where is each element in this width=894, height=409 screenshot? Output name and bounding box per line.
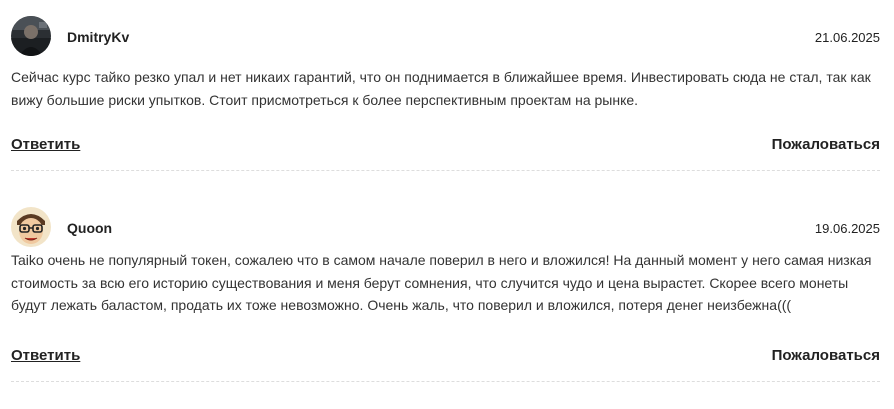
- comment-date: 19.06.2025: [814, 221, 880, 236]
- comment-date: 21.06.2025: [814, 30, 880, 45]
- comment: Quoon 19.06.2025 Taiko очень не популярн…: [11, 207, 880, 382]
- comment-divider: [11, 170, 880, 171]
- comments-list: DmitryKv 21.06.2025 Сейчас курс тайко ре…: [0, 0, 894, 409]
- comment-text: Сейчас курс тайко резко упал и нет никаи…: [11, 69, 871, 108]
- comment-actions: Ответить Пожаловаться: [11, 136, 880, 156]
- avatar: [11, 207, 51, 247]
- report-link[interactable]: Пожаловаться: [772, 347, 880, 364]
- comment-divider: [11, 381, 880, 382]
- comment-author: Quoon: [67, 220, 113, 236]
- comment-header: Quoon 19.06.2025: [11, 207, 880, 250]
- comment-text: Taiko очень не популярный токен, сожалею…: [11, 252, 872, 313]
- report-link[interactable]: Пожаловаться: [772, 136, 880, 153]
- avatar: [11, 16, 51, 56]
- avatar-cartoon-icon: [11, 207, 51, 247]
- comment-author: DmitryKv: [67, 29, 130, 45]
- comment-header: DmitryKv 21.06.2025: [11, 16, 880, 59]
- reply-link[interactable]: Ответить: [11, 136, 80, 153]
- avatar-dark-icon: [11, 16, 51, 56]
- comment-actions: Ответить Пожаловаться: [11, 347, 880, 367]
- comment: DmitryKv 21.06.2025 Сейчас курс тайко ре…: [11, 16, 880, 171]
- reply-link[interactable]: Ответить: [11, 347, 80, 364]
